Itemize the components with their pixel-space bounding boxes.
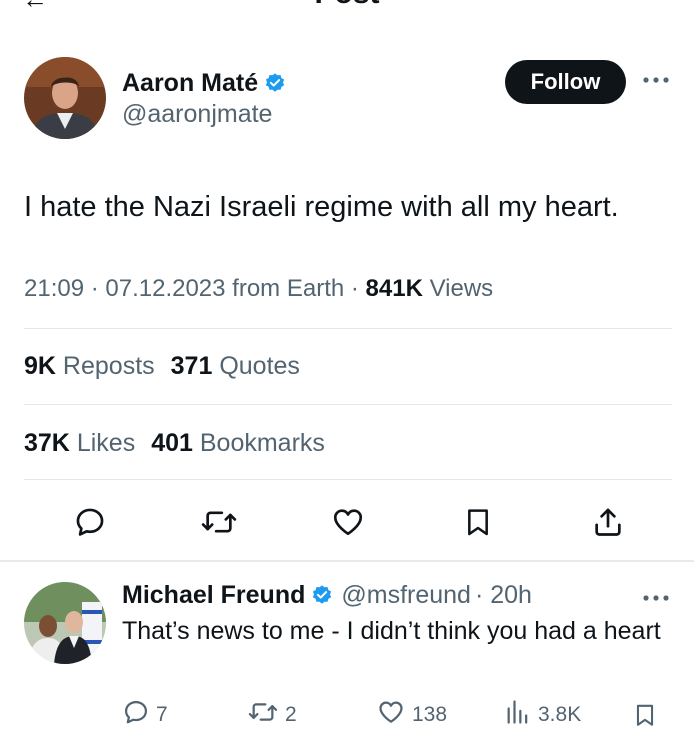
author-name-row: Aaron Maté [122,66,286,100]
reply-views-button[interactable]: 3.8K [504,698,581,732]
top-bar: ← Post [0,0,694,14]
reply-repost-button[interactable]: 2 [247,698,297,732]
repost-icon [247,698,279,732]
quotes-stat[interactable]: 371 Quotes [171,352,300,380]
stats-row-reposts: 9K Reposts 371 Quotes [24,352,300,381]
reply-like-button[interactable]: 138 [376,698,447,732]
divider [24,328,672,329]
reply-count: 7 [156,703,168,726]
divider [0,560,694,562]
reply-text: That’s news to me - I didn’t think you h… [122,617,661,645]
like-icon [376,698,406,732]
views-count: 3.8K [538,703,582,726]
author-handle[interactable]: @aaronjmate [122,100,272,129]
repost-count: 2 [285,703,297,726]
more-options-icon[interactable] [641,590,671,611]
verified-badge-icon [264,72,286,94]
reply-header: Michael Freund @msfreund · 20h [122,578,532,612]
views-count: 841K [365,275,423,302]
page-title: Post [0,0,694,10]
bookmarks-stat[interactable]: 401 Bookmarks [151,429,325,457]
reply-action-bar: 7 2 138 3.8K [0,698,694,732]
repost-icon[interactable] [197,500,241,544]
likes-stat[interactable]: 37K Likes [24,429,135,457]
post-timestamp[interactable]: 21:09 · 07.12.2023 from Earth · [24,275,366,302]
share-icon[interactable] [586,500,630,544]
verified-badge-icon [311,584,333,606]
more-options-icon[interactable] [641,72,671,93]
avatar[interactable] [24,582,106,664]
like-count: 138 [412,703,448,726]
reply-author-handle[interactable]: @msfreund [341,581,471,610]
reply-comment-button[interactable]: 7 [122,698,168,732]
avatar[interactable] [24,57,106,139]
stats-row-likes: 37K Likes 401 Bookmarks [24,429,325,458]
bookmark-icon[interactable] [632,698,658,732]
divider [24,479,672,480]
post-action-bar [0,500,694,544]
reposts-stat[interactable]: 9K Reposts [24,352,155,380]
author-name[interactable]: Aaron Maté [122,69,258,98]
bookmark-icon[interactable] [456,500,500,544]
divider [24,404,672,405]
post-text: I hate the Nazi Israeli regime with all … [24,191,619,223]
views-chart-icon [504,698,532,732]
reply-timestamp[interactable]: · 20h [475,581,532,610]
follow-button[interactable]: Follow [505,60,626,104]
like-icon[interactable] [326,500,370,544]
reply-author-name[interactable]: Michael Freund [122,581,305,610]
post-meta: 21:09 · 07.12.2023 from Earth · 841K Vie… [24,275,493,303]
reply-icon [122,698,150,732]
views-label: Views [429,275,494,302]
reply-icon[interactable] [68,500,112,544]
